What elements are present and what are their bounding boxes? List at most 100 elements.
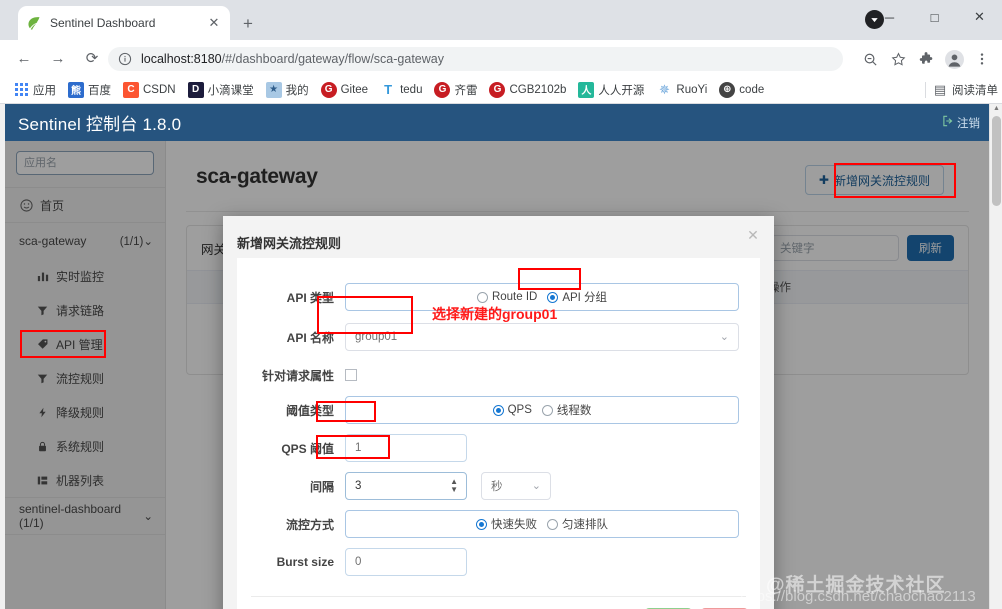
tab-strip: Sentinel Dashboard ✕ + ─ □ ✕ <box>0 0 1002 40</box>
radio-dot <box>547 291 559 303</box>
bookmark-baidu[interactable]: 熊 百度 <box>63 79 116 101</box>
bookmark-mine[interactable]: ★ 我的 <box>261 79 314 101</box>
radio-fast-fail[interactable]: 快速失败 <box>476 516 537 532</box>
radio-api-group[interactable]: API 分组 <box>547 289 607 305</box>
chevron-down-icon: ⌄ <box>719 330 729 343</box>
bookmark-renren[interactable]: 人 人人开源 <box>573 79 649 101</box>
profile-avatar-icon[interactable] <box>940 45 968 73</box>
radio-thread-count[interactable]: 线程数 <box>541 402 591 418</box>
bookmark-cgb2102b[interactable]: G CGB2102b <box>484 79 571 101</box>
bookmark-tedu[interactable]: T tedu <box>375 79 427 101</box>
radio-dot <box>492 404 504 416</box>
field-interval: 间隔 3 ▲ ▼ 秒 ⌄ <box>237 472 760 500</box>
field-threshold-type: 阈值类型 QPS 线程数 <box>237 396 760 424</box>
kebab-menu-icon[interactable] <box>968 45 996 73</box>
close-window-button[interactable]: ✕ <box>957 0 1002 34</box>
bookmark-qilei[interactable]: G 齐雷 <box>429 79 482 101</box>
radio-label: QPS <box>507 404 532 416</box>
request-attr-checkbox[interactable] <box>345 369 357 381</box>
gitee-icon: G <box>320 81 337 98</box>
bookmark-label: Gitee <box>340 83 369 96</box>
page-scrollbar[interactable]: ▲ <box>989 104 1002 609</box>
zoom-out-icon[interactable] <box>856 45 884 73</box>
field-request-attribute: 针对请求属性 <box>237 361 760 389</box>
logout-icon <box>942 115 954 130</box>
maximize-button[interactable]: □ <box>912 0 957 34</box>
radio-label: 匀速排队 <box>562 519 608 531</box>
star-icon[interactable] <box>884 45 912 73</box>
burst-size-wrap[interactable]: 0 <box>345 548 760 576</box>
sentinel-app: Sentinel 控制台 1.8.0 注销 搜索 首页 <box>0 104 1002 609</box>
field-label: 流控方式 <box>285 517 334 532</box>
logout-link[interactable]: 注销 <box>942 115 980 131</box>
radio-dot <box>541 404 553 416</box>
forward-icon[interactable]: → <box>44 44 72 72</box>
baidu-icon: 熊 <box>68 81 84 98</box>
back-icon[interactable]: ← <box>10 44 38 72</box>
radio-qps[interactable]: QPS <box>492 404 532 416</box>
api-name-select-wrap[interactable]: group01 ⌄ <box>345 323 760 351</box>
app-header: Sentinel 控制台 1.8.0 注销 <box>5 104 989 141</box>
bookmark-code[interactable]: ⊕ code <box>714 79 769 101</box>
new-tab-button[interactable]: + <box>236 12 260 36</box>
bookmarks-bar: 应用 熊 百度 C CSDN D 小滴课堂 ★ 我的 G Gitee T ted… <box>0 76 1002 104</box>
bookmark-label: CGB2102b <box>509 83 567 96</box>
api-name-select[interactable]: group01 ⌄ <box>345 323 739 351</box>
csdn-icon: C <box>123 81 139 98</box>
tab-close-icon[interactable]: ✕ <box>206 15 222 31</box>
burst-size-input[interactable]: 0 <box>345 548 467 576</box>
divider <box>925 81 926 98</box>
bookmark-xiaodi[interactable]: D 小滴课堂 <box>183 79 259 101</box>
scrollbar-thumb[interactable] <box>992 116 1001 206</box>
ruoyi-icon: ✵ <box>658 81 670 97</box>
window-controls: ─ □ ✕ <box>867 0 1002 34</box>
reading-list-button[interactable]: ▤ 阅读清单 <box>919 81 998 98</box>
url-path: /#/dashboard/gateway/flow/sca-gateway <box>221 52 444 66</box>
dialog-title: 新增网关流控规则 <box>237 236 342 251</box>
field-label: API 名称 <box>286 330 334 345</box>
folder-icon: ★ <box>265 81 282 98</box>
threshold-type-radio-group[interactable]: QPS 线程数 <box>345 396 760 424</box>
qps-threshold-wrap[interactable]: 1 <box>345 434 760 462</box>
radio-dot <box>476 518 487 530</box>
url-text: localhost:8180/#/dashboard/gateway/flow/… <box>141 52 444 66</box>
reload-icon[interactable]: ⟳ <box>78 44 106 72</box>
field-label: API 类型 <box>286 290 334 305</box>
radio-dot <box>476 291 488 303</box>
info-circle-icon[interactable] <box>118 52 133 67</box>
radio-label: 快速失败 <box>491 519 537 531</box>
request-attr-wrap[interactable] <box>345 369 760 381</box>
close-x-icon[interactable]: ✕ <box>742 224 764 246</box>
bookmark-label: 人人开源 <box>598 84 645 97</box>
bookmark-apps[interactable]: 应用 <box>8 79 61 101</box>
stepper-arrows-icon[interactable]: ▲ ▼ <box>450 478 458 494</box>
browser-window: Sentinel Dashboard ✕ + ─ □ ✕ ← → ⟳ local… <box>0 0 1002 609</box>
qps-threshold-input[interactable]: 1 <box>345 434 467 462</box>
extensions-icon[interactable] <box>912 45 940 73</box>
bookmark-csdn[interactable]: C CSDN <box>118 79 181 101</box>
watermark-csdn-url: https://blog.csdn.net/chaochao2113 <box>740 588 976 605</box>
globe-icon: ⊕ <box>719 81 736 98</box>
bookmark-label: RuoYi <box>676 83 708 96</box>
bookmark-ruoyi[interactable]: ✵ RuoYi <box>651 79 712 101</box>
minimize-button[interactable]: ─ <box>867 0 912 34</box>
gitee-icon: G <box>489 81 506 98</box>
interval-wrap[interactable]: 3 ▲ ▼ 秒 ⌄ <box>345 472 760 500</box>
browser-tab[interactable]: Sentinel Dashboard ✕ <box>18 6 230 40</box>
interval-stepper[interactable]: 3 ▲ ▼ <box>345 472 467 500</box>
chevron-down-icon: ⌄ <box>531 479 541 492</box>
interval-value: 3 <box>355 480 362 492</box>
field-flow-mode: 流控方式 快速失败 匀速排队 <box>237 510 760 538</box>
field-burst-size: Burst size 0 <box>237 548 760 576</box>
bookmark-gitee[interactable]: G Gitee <box>316 79 374 101</box>
radio-route-id[interactable]: Route ID <box>476 291 537 303</box>
scroll-up-arrow-icon[interactable]: ▲ <box>990 104 1002 114</box>
field-label: 阈值类型 <box>285 403 334 418</box>
flow-mode-radio-group[interactable]: 快速失败 匀速排队 <box>345 510 760 538</box>
interval-unit-select[interactable]: 秒 ⌄ <box>481 472 551 500</box>
radio-constant-queue[interactable]: 匀速排队 <box>547 516 608 532</box>
radio-group-box: QPS 线程数 <box>345 396 739 424</box>
address-bar[interactable]: localhost:8180/#/dashboard/gateway/flow/… <box>108 47 843 71</box>
bookmark-label: 应用 <box>33 84 56 97</box>
apps-grid-icon <box>13 82 29 98</box>
